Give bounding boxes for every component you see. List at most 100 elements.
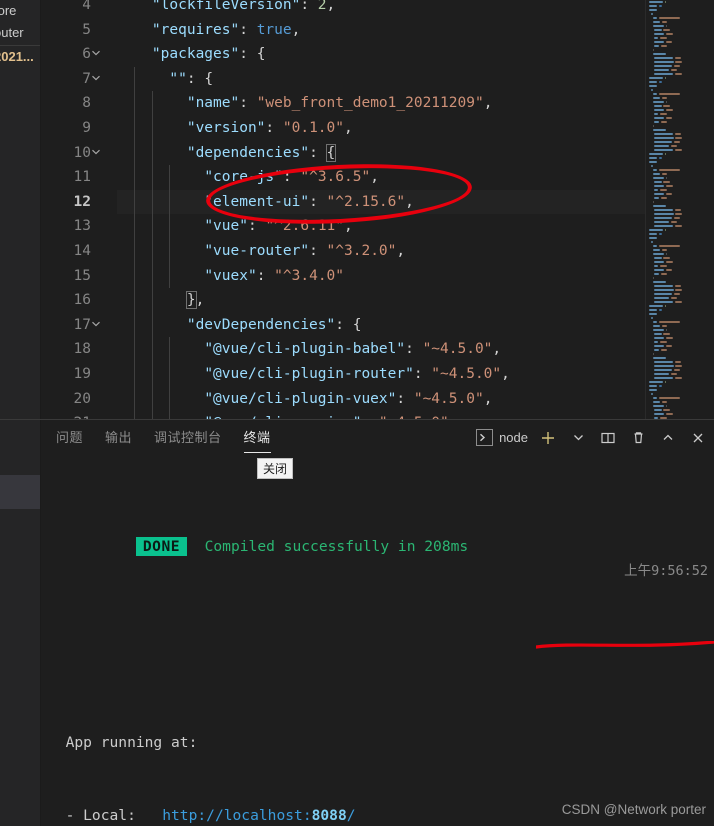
code-token: , — [326, 0, 336, 13]
terminal-prompt-icon — [476, 429, 494, 446]
code-token: "lockfileVersion" — [151, 0, 301, 13]
code-token: "core-js" — [204, 169, 283, 186]
code-token: "0.1.0" — [282, 119, 344, 136]
code-line[interactable]: "@vue/cli-plugin-vuex": "~4.5.0", — [117, 387, 714, 412]
sidebar-selected-row[interactable] — [0, 475, 40, 509]
code-token: , — [344, 218, 353, 235]
tab-terminal[interactable]: 终端 — [243, 420, 271, 455]
panel-header: 问题 输出 调试控制台 终端 node 关闭 — [40, 420, 714, 479]
close-panel-icon[interactable] — [688, 428, 708, 448]
code-token: , — [483, 390, 493, 407]
code-token: "@vue/cli-plugin-babel" — [204, 341, 406, 358]
code-token: "^3.2.0" — [326, 242, 397, 259]
code-token: : — [309, 193, 327, 210]
code-token: "dependencies" — [186, 144, 310, 161]
code-line[interactable]: "": { — [117, 67, 714, 92]
line-number: 11 — [73, 169, 91, 186]
split-terminal-icon[interactable] — [598, 428, 618, 448]
code-line[interactable]: "vue-router": "^3.2.0", — [117, 239, 714, 264]
editor-area: tore outer 2021... 4 5 67 8 9 10 11 12 13 14 15 16 1… — [0, 0, 714, 419]
terminal-line-done: DONE Compiled successfully in 208ms 上午9:… — [48, 510, 714, 579]
chevron-down-icon[interactable] — [90, 42, 102, 67]
new-terminal-icon[interactable] — [538, 428, 558, 448]
minimap[interactable] — [645, 0, 714, 419]
code-line[interactable]: "vue": "^2.6.11", — [117, 214, 714, 239]
code-line[interactable]: "@vue/cli-service": "~4.5.0", — [117, 411, 714, 419]
terminal-blank-1 — [48, 584, 714, 609]
code-editor[interactable]: 45678910111213141516171819202122 "lockfi… — [41, 0, 714, 419]
code-token: : — [256, 267, 275, 284]
code-line[interactable]: "version": "0.1.0", — [117, 116, 714, 141]
trash-icon[interactable] — [628, 428, 648, 448]
code-token: "~4.5.0" — [431, 365, 502, 382]
code-token: , — [344, 119, 353, 136]
line-number-gutter: 45678910111213141516171819202122 — [41, 0, 103, 419]
indent-guide — [169, 165, 171, 289]
code-line[interactable]: "requires": true, — [117, 18, 714, 43]
line-number: 8 — [82, 95, 91, 112]
terminal-output[interactable]: DONE Compiled successfully in 208ms 上午9:… — [40, 455, 714, 826]
sidebar-item-0[interactable]: tore — [0, 0, 40, 22]
chevron-down-icon[interactable] — [90, 313, 102, 338]
code-token: : — [405, 341, 423, 358]
code-content[interactable]: "lockfileVersion": 2, "requires": true, … — [103, 0, 714, 419]
code-line[interactable]: "@vue/cli-plugin-router": "~4.5.0", — [117, 362, 714, 387]
code-line[interactable]: "lockfileVersion": 2, — [117, 0, 714, 18]
chevron-down-icon[interactable] — [90, 67, 102, 92]
line-number: 13 — [73, 218, 91, 235]
terminal-line-app-running: App running at: — [48, 733, 198, 751]
vscode-window: tore outer 2021... 4 5 67 8 9 10 11 12 13 14 15 16 1… — [0, 0, 714, 826]
indent-guide — [134, 66, 136, 419]
code-line[interactable]: "name": "web_front_demo1_20211209", — [117, 91, 714, 116]
code-line[interactable]: "@vue/cli-plugin-babel": "~4.5.0", — [117, 337, 714, 362]
done-message: Compiled successfully in 208ms — [204, 537, 469, 555]
code-token: { — [325, 143, 337, 162]
line-number: 17 — [41, 313, 100, 338]
close-tooltip: 关闭 — [257, 458, 294, 479]
code-token: } — [185, 291, 197, 310]
code-token: "^2.6.11" — [265, 218, 345, 235]
code-line[interactable]: "core-js": "^3.6.5", — [117, 165, 714, 190]
maximize-panel-icon[interactable] — [658, 428, 678, 448]
code-token: "packages" — [151, 46, 240, 63]
sidebar-item-2[interactable]: 2021... — [0, 46, 40, 68]
code-token: "version" — [186, 119, 266, 136]
code-line[interactable]: "devDependencies": { — [117, 313, 714, 338]
code-line[interactable]: "dependencies": { — [117, 141, 714, 166]
line-number: 18 — [73, 341, 91, 358]
code-token: : — [413, 365, 432, 382]
chevron-down-icon[interactable] — [90, 141, 102, 166]
tab-output[interactable]: 输出 — [105, 420, 132, 455]
code-token: : — [247, 218, 266, 235]
code-token: "~4.5.0" — [422, 341, 493, 358]
done-badge: DONE — [135, 536, 188, 556]
code-token: : — [309, 144, 327, 161]
code-line[interactable]: "vuex": "^3.4.0" — [117, 264, 714, 289]
code-line[interactable]: }, — [117, 288, 714, 313]
code-token: , — [483, 95, 493, 112]
code-line[interactable]: "element-ui": "^2.15.6", — [117, 189, 714, 215]
tab-problems[interactable]: 问题 — [56, 420, 83, 455]
code-line[interactable]: "packages": { — [117, 42, 714, 67]
sidebar-item-1[interactable]: outer — [0, 22, 40, 44]
chevron-down-icon[interactable] — [568, 428, 588, 448]
terminal-selector[interactable]: node — [476, 429, 528, 446]
terminal-blank-2 — [48, 657, 714, 682]
code-token: "vuex" — [204, 267, 257, 284]
code-token: true — [256, 21, 292, 38]
tab-debug-console[interactable]: 调试控制台 — [154, 420, 222, 455]
code-token: , — [405, 193, 414, 210]
code-token: "name" — [186, 95, 240, 112]
explorer-sidebar[interactable]: tore outer 2021... — [0, 0, 41, 419]
